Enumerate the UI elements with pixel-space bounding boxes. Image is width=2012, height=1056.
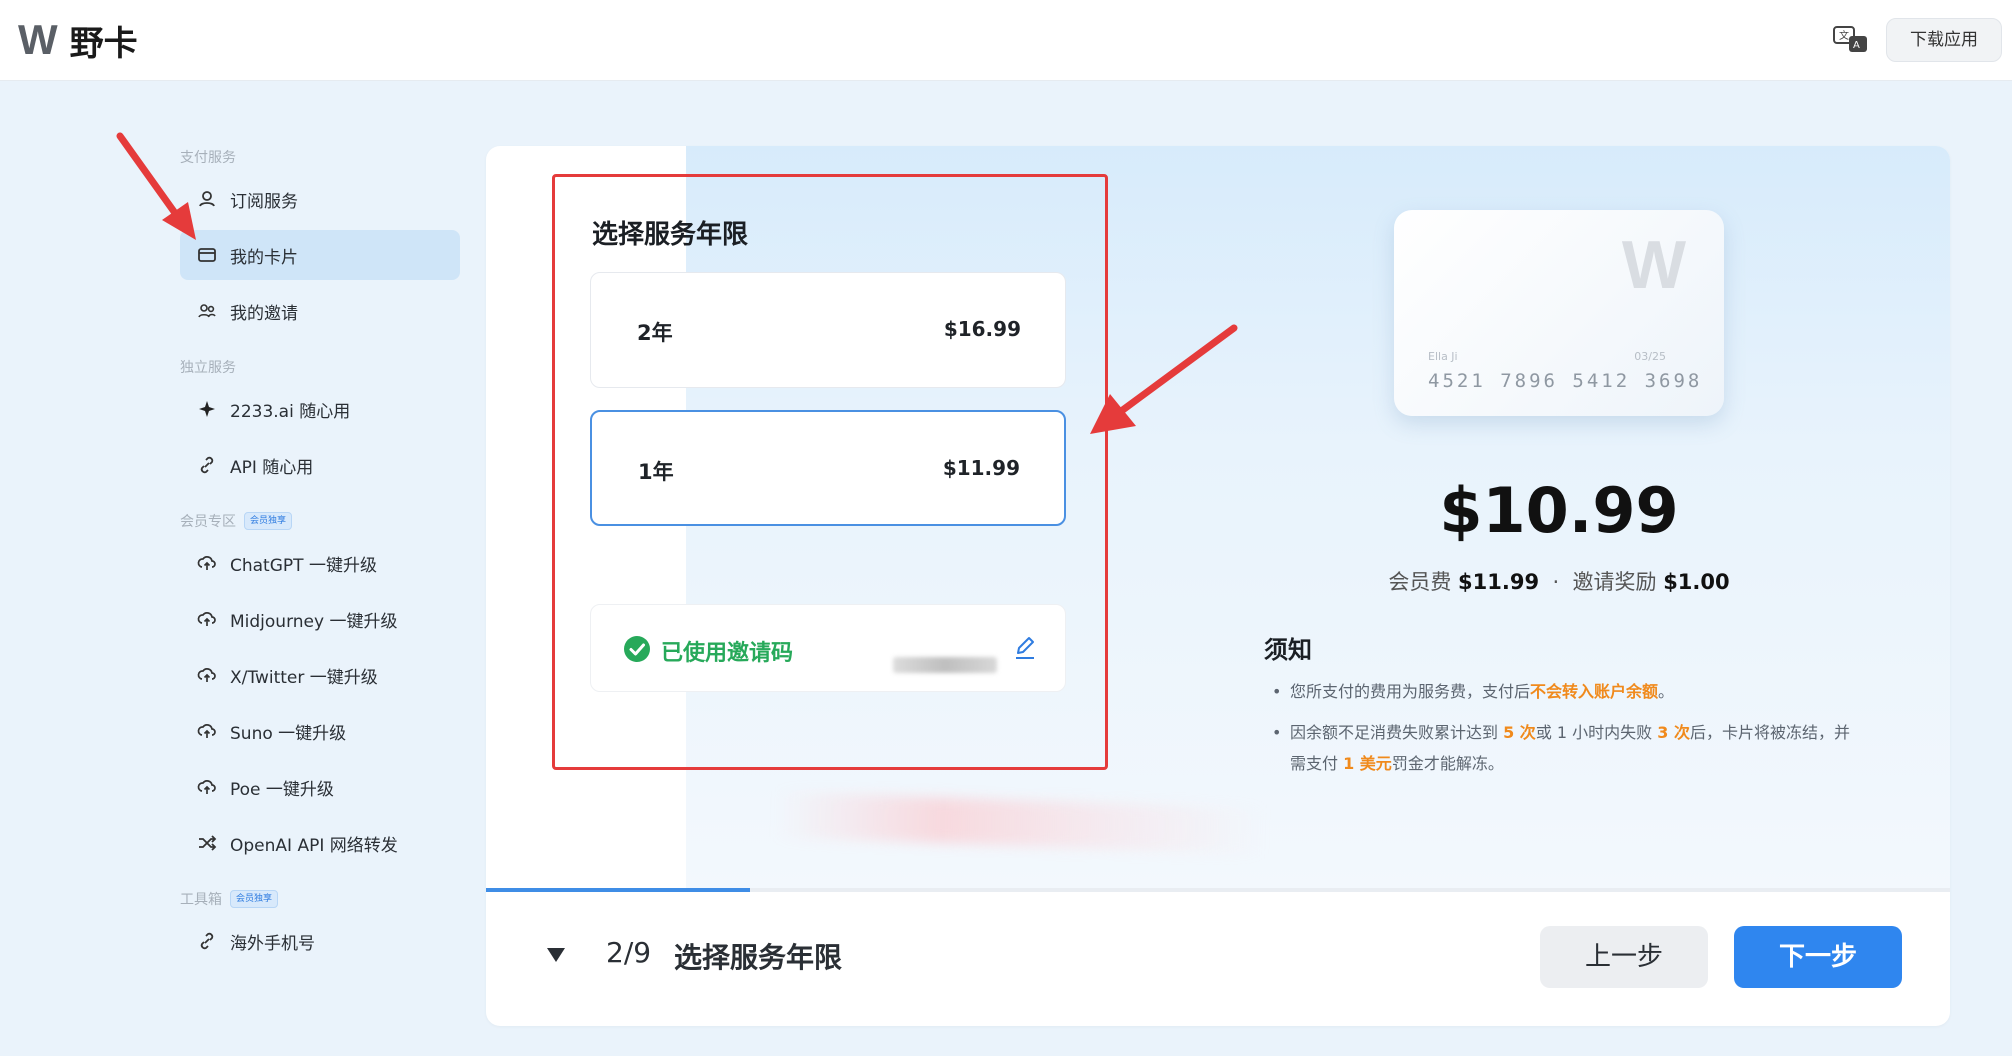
annotation-arrow-icon bbox=[1090, 324, 1238, 434]
notice-text: 。 bbox=[1658, 682, 1675, 701]
sidebar-item-midjourney[interactable]: Midjourney 一键升级 bbox=[180, 594, 460, 644]
sidebar-item-2233ai[interactable]: 2233.ai 随心用 bbox=[180, 384, 460, 434]
total-price: $10.99 bbox=[1439, 474, 1679, 547]
cloud-up-icon bbox=[196, 664, 218, 686]
section-title-label: 工具箱 bbox=[180, 892, 222, 908]
section-title-label: 独立服务 bbox=[180, 360, 236, 376]
notice-title: 须知 bbox=[1264, 636, 1312, 664]
sidebar-item-label: 我的邀请 bbox=[230, 303, 298, 324]
next-step-button[interactable]: 下一步 bbox=[1734, 926, 1902, 988]
notice-item: 您所支付的费用为服务费，支付后不会转入账户余额。 bbox=[1272, 676, 1862, 707]
notice-highlight: 1 美元 bbox=[1343, 754, 1392, 773]
plan-price: $16.99 bbox=[943, 317, 1021, 341]
plan-price: $11.99 bbox=[942, 456, 1020, 480]
svg-text:A: A bbox=[1853, 40, 1860, 51]
cloud-up-icon bbox=[196, 552, 218, 574]
sidebar-item-api[interactable]: API 随心用 bbox=[180, 440, 460, 490]
users-icon bbox=[196, 300, 218, 322]
sidebar-item-overseas-phone[interactable]: 海外手机号 bbox=[180, 916, 460, 966]
invite-code-row: 已使用邀请码 bbox=[590, 604, 1066, 692]
app-name: 野卡 bbox=[69, 23, 138, 64]
notice-text: 罚金才能解冻。 bbox=[1391, 754, 1504, 773]
sidebar-item-label: 我的卡片 bbox=[230, 247, 298, 268]
card-holder: Ella Ji bbox=[1428, 350, 1458, 363]
price-breakdown: 会员费 $11.99 · 邀请奖励 $1.00 bbox=[1300, 566, 1818, 596]
cloud-up-icon bbox=[196, 720, 218, 742]
section-title-toolbox: 工具箱 会员独享 bbox=[180, 888, 460, 910]
section-title-standalone: 独立服务 bbox=[180, 356, 460, 378]
step-title: 选择服务年限 bbox=[674, 941, 843, 974]
reward-value: $1.00 bbox=[1663, 570, 1730, 594]
sidebar-item-suno[interactable]: Suno 一键升级 bbox=[180, 706, 460, 756]
card-expiry: 03/25 bbox=[1634, 350, 1666, 363]
cloud-up-icon bbox=[196, 608, 218, 630]
previous-step-button[interactable]: 上一步 bbox=[1540, 926, 1708, 988]
card-logo: W bbox=[1621, 227, 1686, 303]
link-icon bbox=[196, 930, 218, 952]
sidebar-item-my-invites[interactable]: 我的邀请 bbox=[180, 286, 460, 336]
section-title-members: 会员专区 会员独享 bbox=[180, 510, 460, 532]
invite-code-redacted bbox=[893, 657, 997, 673]
notice-highlight: 不会转入账户余额 bbox=[1530, 682, 1659, 701]
top-bar: W 野卡 文 A 下载应用 bbox=[0, 0, 2012, 81]
plan-option-1-year[interactable]: 1年 $11.99 bbox=[590, 410, 1066, 526]
sidebar-item-label: ChatGPT 一键升级 bbox=[230, 555, 377, 576]
sidebar: 支付服务 订阅服务 我的卡片 我的邀请 独立服务 2233.ai 随心用 API… bbox=[180, 130, 460, 966]
virtual-card-preview: W Ella Ji 03/25 4521 7896 5412 3698 bbox=[1394, 210, 1724, 416]
progress-fill bbox=[486, 888, 750, 892]
sidebar-item-label: 订阅服务 bbox=[230, 191, 298, 212]
notice-highlight: 3 次 bbox=[1657, 723, 1690, 742]
notice-list: 您所支付的费用为服务费，支付后不会转入账户余额。 因余额不足消费失败累计达到 5… bbox=[1272, 676, 1862, 789]
notice-text: 或 1 小时内失败 bbox=[1535, 723, 1658, 742]
sidebar-item-chatgpt[interactable]: ChatGPT 一键升级 bbox=[180, 538, 460, 588]
step-counter: 2/9 bbox=[606, 936, 652, 969]
card-number: 4521 7896 5412 3698 bbox=[1428, 370, 1703, 392]
progress-bar bbox=[486, 888, 1950, 892]
sidebar-item-label: Suno 一键升级 bbox=[230, 723, 347, 744]
fee-value: $11.99 bbox=[1458, 570, 1540, 594]
sidebar-item-label: 海外手机号 bbox=[230, 933, 315, 954]
sidebar-item-subscription[interactable]: 订阅服务 bbox=[180, 174, 460, 224]
sidebar-item-label: OpenAI API 网络转发 bbox=[230, 835, 398, 856]
separator: · bbox=[1552, 570, 1560, 594]
svg-text:文: 文 bbox=[1839, 29, 1849, 42]
plan-option-2-years[interactable]: 2年 $16.99 bbox=[590, 272, 1066, 388]
card-icon bbox=[196, 244, 218, 266]
plan-heading: 选择服务年限 bbox=[592, 220, 749, 250]
sidebar-item-label: API 随心用 bbox=[230, 457, 314, 478]
reward-label: 邀请奖励 bbox=[1572, 570, 1657, 594]
section-title-label: 会员专区 bbox=[180, 514, 236, 530]
notice-item: 因余额不足消费失败累计达到 5 次或 1 小时内失败 3 次后，卡片将被冻结，并… bbox=[1272, 717, 1862, 779]
shuffle-icon bbox=[196, 832, 218, 854]
notice-text: 您所支付的费用为服务费，支付后 bbox=[1290, 682, 1531, 701]
check-circle-icon bbox=[623, 635, 651, 663]
sidebar-item-poe[interactable]: Poe 一键升级 bbox=[180, 762, 460, 812]
notice-text: 因余额不足消费失败累计达到 bbox=[1290, 723, 1504, 742]
plan-name: 1年 bbox=[638, 460, 674, 484]
members-only-badge: 会员独享 bbox=[230, 890, 279, 908]
sidebar-item-label: Poe 一键升级 bbox=[230, 779, 334, 800]
sidebar-item-twitter[interactable]: X/Twitter 一键升级 bbox=[180, 650, 460, 700]
sidebar-item-openai-relay[interactable]: OpenAI API 网络转发 bbox=[180, 818, 460, 868]
sidebar-item-label: 2233.ai 随心用 bbox=[230, 401, 351, 422]
sidebar-item-label: Midjourney 一键升级 bbox=[230, 611, 398, 632]
translate-icon[interactable]: 文 A bbox=[1832, 24, 1870, 56]
plan-name: 2年 bbox=[637, 321, 673, 345]
sparkle-icon bbox=[196, 398, 218, 420]
sidebar-item-label: X/Twitter 一键升级 bbox=[230, 667, 378, 688]
app-logo[interactable]: W 野卡 bbox=[18, 16, 138, 64]
sidebar-item-my-cards[interactable]: 我的卡片 bbox=[180, 230, 460, 280]
download-app-button[interactable]: 下载应用 bbox=[1886, 18, 2002, 62]
fee-label: 会员费 bbox=[1388, 570, 1452, 594]
members-only-badge: 会员独享 bbox=[244, 512, 293, 530]
caret-down-icon[interactable] bbox=[546, 946, 566, 964]
logo-mark: W bbox=[18, 16, 58, 63]
annotation-arrow-icon bbox=[116, 132, 196, 240]
notice-highlight: 5 次 bbox=[1503, 723, 1536, 742]
cloud-up-icon bbox=[196, 776, 218, 798]
link-icon bbox=[196, 454, 218, 476]
section-title-payment: 支付服务 bbox=[180, 146, 460, 168]
invite-status: 已使用邀请码 bbox=[661, 641, 794, 666]
edit-icon[interactable] bbox=[1013, 635, 1037, 661]
